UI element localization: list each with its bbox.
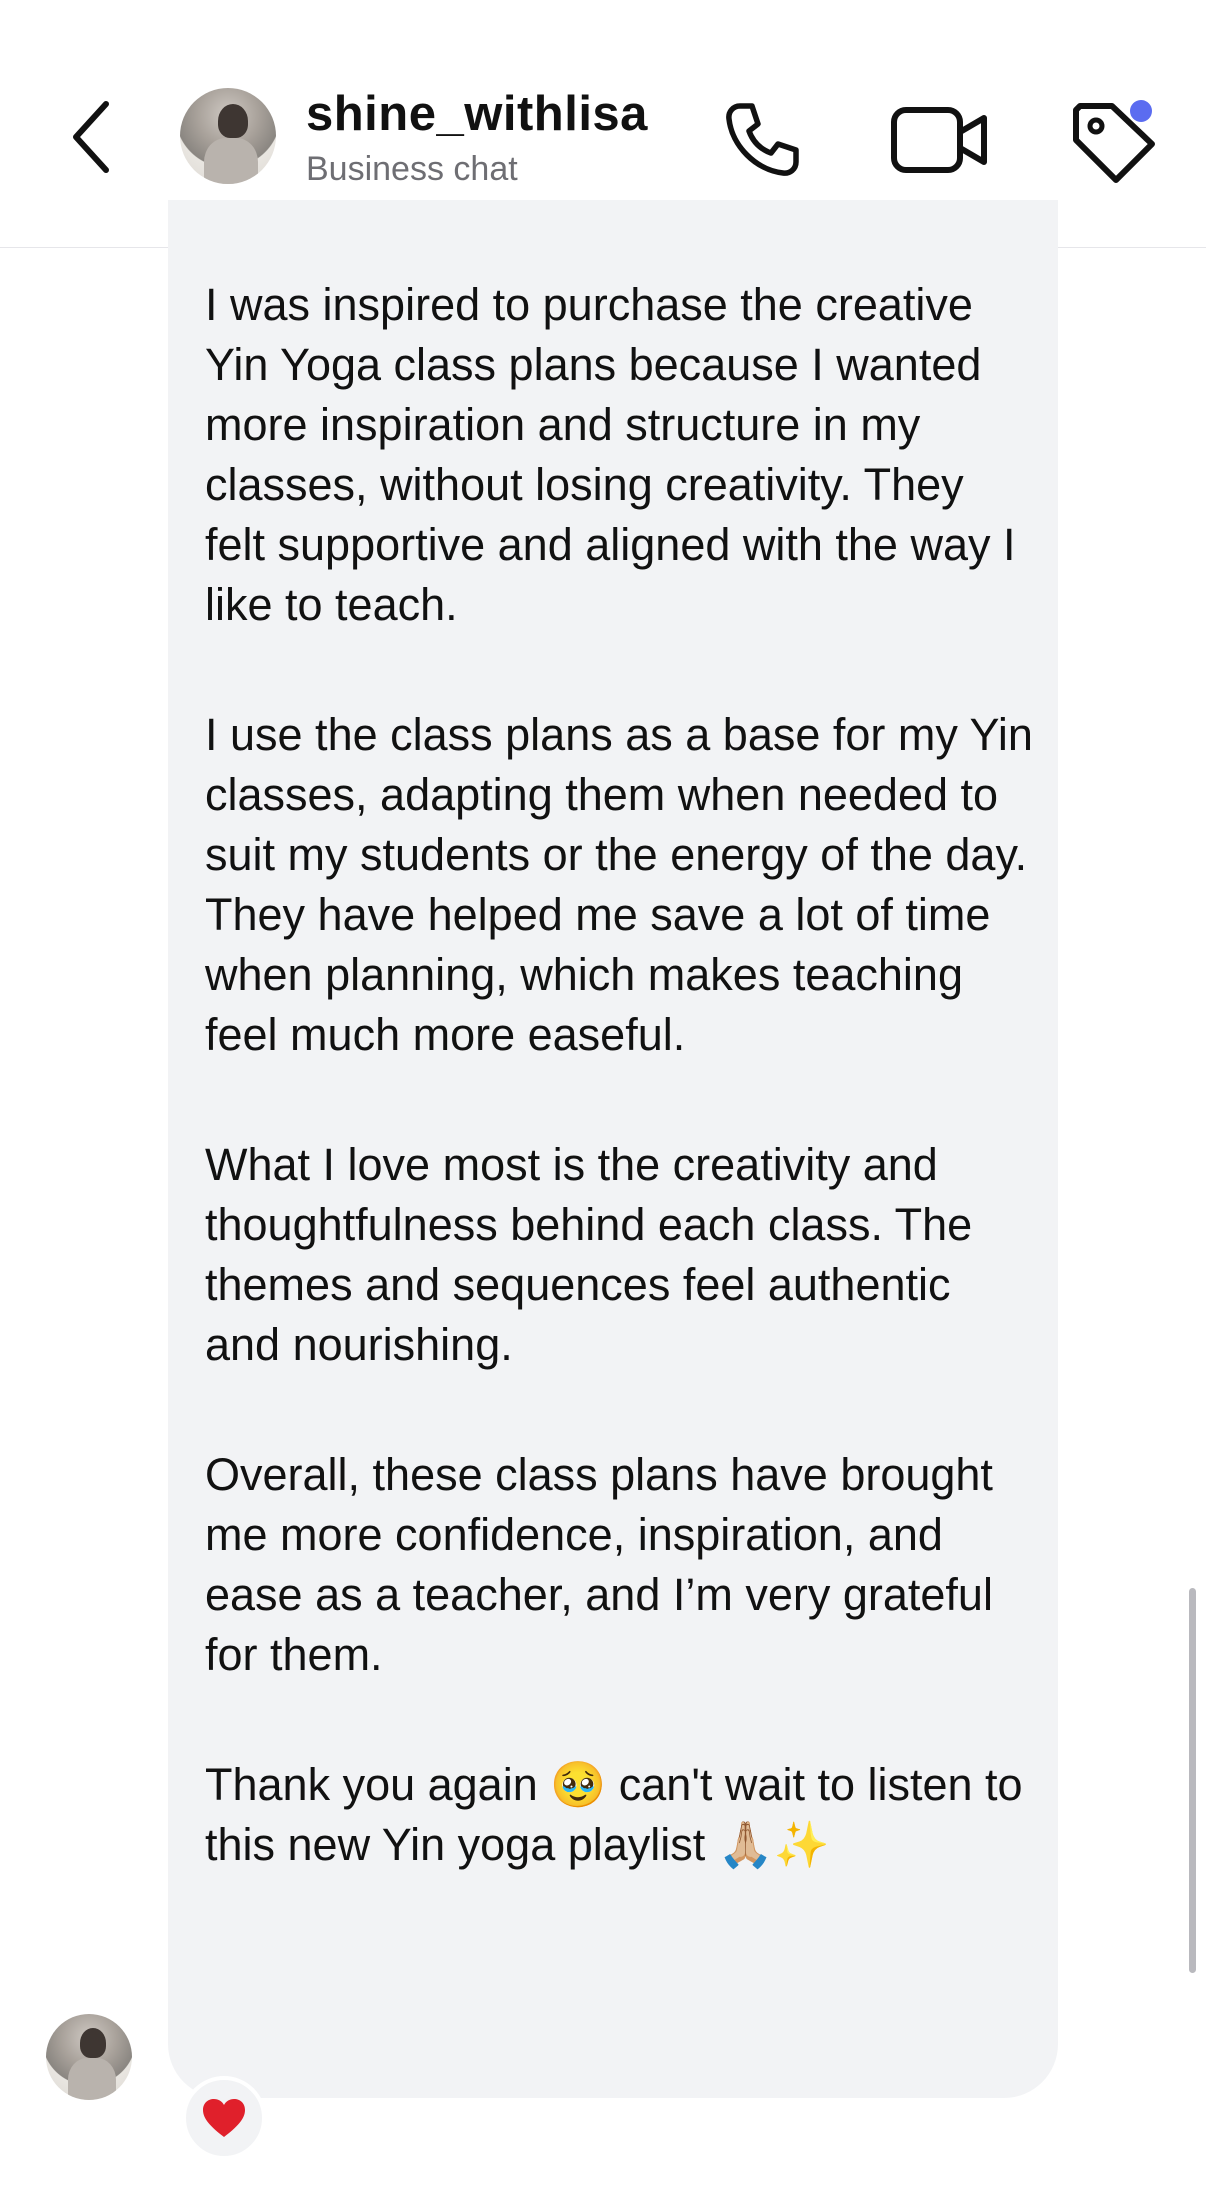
heart-icon — [203, 2099, 245, 2137]
chat-username[interactable]: shine_withlisa — [306, 86, 648, 142]
notification-badge — [1130, 100, 1152, 122]
avatar-hair — [80, 2028, 106, 2058]
back-button[interactable] — [62, 92, 132, 182]
video-call-button[interactable] — [888, 100, 992, 180]
message-paragraph: I use the class plans as a base for my Y… — [205, 709, 1033, 1060]
chat-subtitle: Business chat — [306, 150, 518, 188]
video-camera-icon — [891, 107, 987, 173]
avatar-hair — [218, 104, 248, 138]
phone-icon — [726, 103, 799, 176]
avatar-body — [68, 2058, 116, 2100]
heart-reaction[interactable] — [182, 2076, 266, 2160]
avatar[interactable] — [180, 88, 276, 184]
message-paragraph: Thank you again 🥹 can't wait to listen t… — [205, 1759, 1023, 1870]
message-paragraph: I was inspired to purchase the creative … — [205, 279, 1016, 630]
sender-avatar[interactable] — [46, 2014, 132, 2100]
avatar-body — [204, 138, 258, 184]
scrollbar[interactable] — [1189, 1588, 1196, 1973]
message-paragraph: What I love most is the creativity and t… — [205, 1139, 973, 1370]
call-button[interactable] — [720, 98, 804, 182]
message-text: I was inspired to purchase the creative … — [205, 275, 1035, 1875]
message-paragraph: Overall, these class plans have brought … — [205, 1449, 993, 1680]
chevron-left-icon — [73, 101, 109, 173]
